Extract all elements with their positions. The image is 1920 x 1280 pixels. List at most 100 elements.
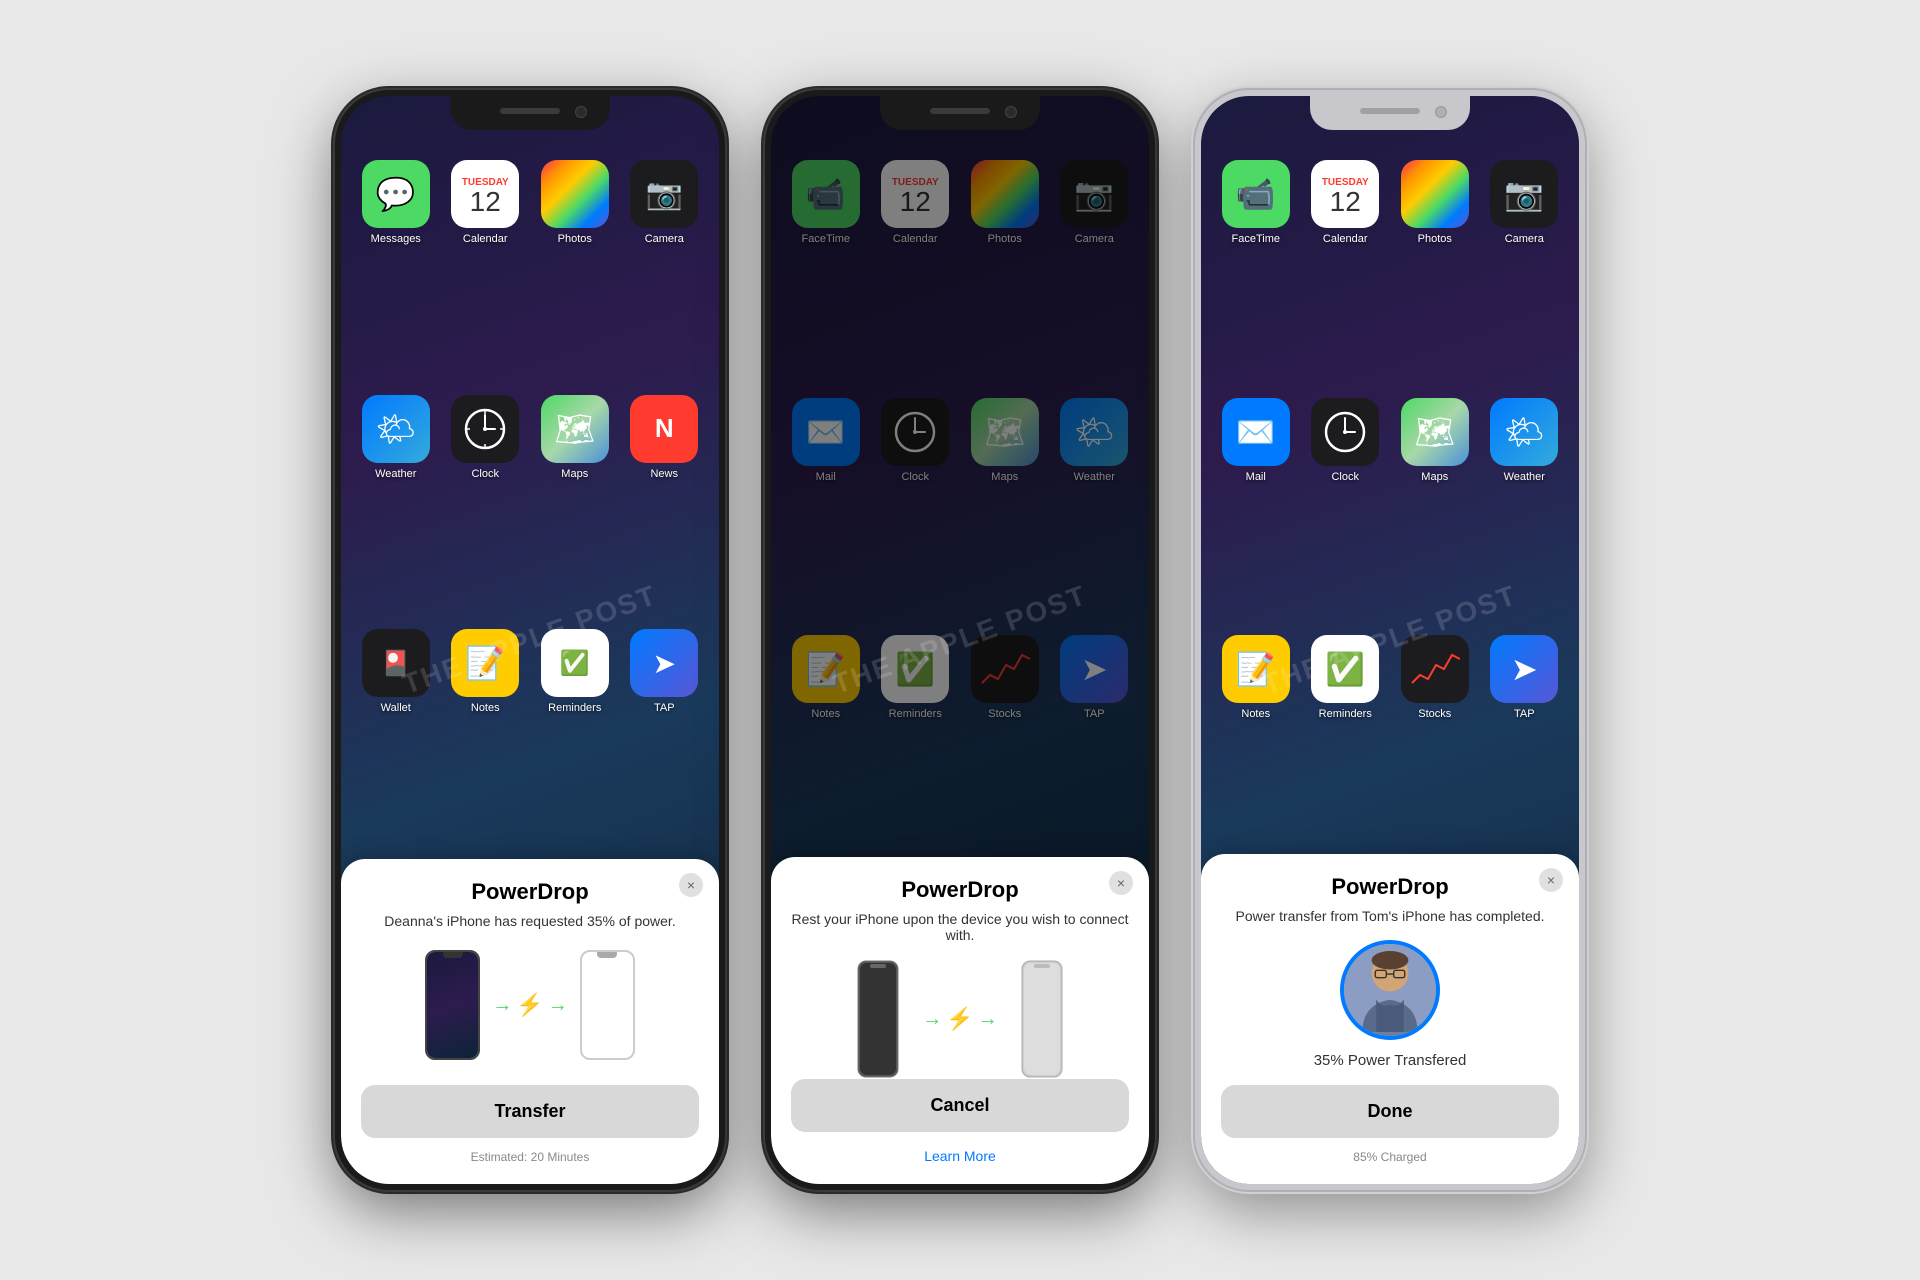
phone2-left-profile	[854, 959, 902, 1079]
weather-icon: 🌤	[362, 395, 430, 463]
app-tap[interactable]: ➤ TAP	[630, 629, 700, 844]
phone3-maps[interactable]: 🗺 Maps	[1400, 398, 1470, 616]
transfer-arrow: → ⚡ →	[492, 992, 567, 1018]
phone3-screen: 📹 FaceTime Tuesday 12 Calendar	[1201, 96, 1579, 1184]
phone1-modal-title: PowerDrop	[361, 879, 699, 905]
phone3-clock[interactable]: Clock	[1311, 398, 1381, 616]
cancel-button[interactable]: Cancel	[791, 1079, 1129, 1132]
phone3-mail-icon: ✉️	[1222, 398, 1290, 466]
camera-label: Camera	[645, 233, 684, 245]
phone3-calendar-icon: Tuesday 12	[1311, 160, 1379, 228]
maps-label: Maps	[561, 468, 588, 480]
camera-icon-img: 📷	[630, 160, 698, 228]
phone3-wrapper: 📹 FaceTime Tuesday 12 Calendar	[1195, 90, 1585, 1190]
camera-icon	[575, 106, 587, 118]
user-avatar-ring	[1340, 940, 1440, 1040]
learn-more-link[interactable]: Learn More	[791, 1148, 1129, 1164]
charged-text: 85% Charged	[1221, 1150, 1559, 1164]
phone3-maps-icon: 🗺	[1401, 398, 1469, 466]
phone1-close-button[interactable]: ×	[679, 873, 703, 897]
app-wallet[interactable]: 🎴 Wallet	[361, 629, 431, 844]
news-icon: N	[630, 395, 698, 463]
source-phone-graphic	[425, 950, 480, 1060]
phone3-mail[interactable]: ✉️ Mail	[1221, 398, 1291, 616]
phone3-facetime-label: FaceTime	[1232, 233, 1281, 245]
phone3-camera-icon: 📷	[1490, 160, 1558, 228]
phone1: 💬 Messages Tuesday 12 Calendar	[335, 90, 725, 1190]
reminders-icon: ✅	[541, 629, 609, 697]
phone3-modal-subtitle: Power transfer from Tom's iPhone has com…	[1221, 908, 1559, 924]
lightning-icon: ⚡	[516, 992, 543, 1018]
phones-transfer-graphic: → ⚡ →	[361, 945, 699, 1065]
done-button[interactable]: Done	[1221, 1085, 1559, 1138]
phone3-notch	[1310, 96, 1470, 130]
phone3-mail-label: Mail	[1246, 471, 1266, 483]
wallet-icon: 🎴	[362, 629, 430, 697]
app-news[interactable]: N News	[630, 395, 700, 610]
phone3-camera[interactable]: 📷 Camera	[1490, 160, 1560, 378]
phone3-calendar[interactable]: Tuesday 12 Calendar	[1311, 160, 1381, 378]
phone1-screen: 💬 Messages Tuesday 12 Calendar	[341, 96, 719, 1184]
phone3-photos-icon	[1401, 160, 1469, 228]
messages-icon: 💬	[362, 160, 430, 228]
transfer-button[interactable]: Transfer	[361, 1085, 699, 1138]
phone3-stocks[interactable]: Stocks	[1400, 635, 1470, 853]
phone1-modal-subtitle: Deanna's iPhone has requested 35% of pow…	[361, 913, 699, 929]
tap-icon: ➤	[630, 629, 698, 697]
phone3-inner: 📹 FaceTime Tuesday 12 Calendar	[1201, 96, 1579, 1184]
progress-text: 35% Power Transfered	[1221, 1052, 1559, 1069]
user-avatar	[1344, 944, 1436, 1036]
phone3-notes-icon: 📝	[1222, 635, 1290, 703]
phone3-reminders[interactable]: ✅ Reminders	[1311, 635, 1381, 853]
app-weather[interactable]: 🌤 Weather	[361, 395, 431, 610]
reminders-label: Reminders	[548, 702, 601, 714]
phone3-facetime-icon: 📹	[1222, 160, 1290, 228]
phone2-camera	[1005, 106, 1017, 118]
mini-notch	[443, 952, 463, 958]
phone3-clock-label: Clock	[1331, 471, 1359, 483]
phone3-camera	[1435, 106, 1447, 118]
phone2: 📹 FaceTime Tuesday 12 Calendar	[765, 90, 1155, 1190]
app-maps[interactable]: 🗺 Maps	[540, 395, 610, 610]
photos-label: Photos	[558, 233, 592, 245]
notes-label: Notes	[471, 702, 500, 714]
photos-icon	[541, 160, 609, 228]
app-notes[interactable]: 📝 Notes	[451, 629, 521, 844]
phone3-clock-icon	[1311, 398, 1379, 466]
phone3-camera-label: Camera	[1505, 233, 1544, 245]
phone3-weather-icon: 🌤	[1490, 398, 1558, 466]
phone3-close-button[interactable]: ×	[1539, 868, 1563, 892]
phone3-modal: × PowerDrop Power transfer from Tom's iP…	[1201, 854, 1579, 1184]
app-photos[interactable]: Photos	[540, 160, 610, 375]
phone3-photos[interactable]: Photos	[1400, 160, 1470, 378]
phone2-modal: × PowerDrop Rest your iPhone upon the de…	[771, 857, 1149, 1184]
news-label: News	[650, 468, 678, 480]
phone3-tap[interactable]: ➤ TAP	[1490, 635, 1560, 853]
app-clock[interactable]: Clock	[451, 395, 521, 610]
app-camera[interactable]: 📷 Camera	[630, 160, 700, 375]
phone3-notes[interactable]: 📝 Notes	[1221, 635, 1291, 853]
phone2-modal-subtitle: Rest your iPhone upon the device you wis…	[791, 911, 1129, 943]
app-reminders[interactable]: ✅ Reminders	[540, 629, 610, 844]
clock-label: Clock	[471, 468, 499, 480]
phone3-reminders-icon: ✅	[1311, 635, 1379, 703]
calendar-icon: Tuesday 12	[451, 160, 519, 228]
phone2-lightning-icon: ⚡	[946, 1006, 973, 1032]
phone3-cal-day: 12	[1330, 188, 1361, 216]
phone3-tap-icon: ➤	[1490, 635, 1558, 703]
phone2-modal-title: PowerDrop	[791, 877, 1129, 903]
app-messages[interactable]: 💬 Messages	[361, 160, 431, 375]
phone2-transfer-arrow: → ⚡ →	[922, 1006, 997, 1032]
phone3-notes-label: Notes	[1241, 708, 1270, 720]
app-calendar[interactable]: Tuesday 12 Calendar	[451, 160, 521, 375]
tap-label: TAP	[654, 702, 675, 714]
person-svg	[1344, 944, 1436, 1036]
phone1-wrapper: 💬 Messages Tuesday 12 Calendar	[335, 90, 725, 1190]
notes-icon: 📝	[451, 629, 519, 697]
phone3-facetime[interactable]: 📹 FaceTime	[1221, 160, 1291, 378]
phone2-notch	[880, 96, 1040, 130]
phone3-weather[interactable]: 🌤 Weather	[1490, 398, 1560, 616]
wallet-label: Wallet	[381, 702, 411, 714]
phone2-close-button[interactable]: ×	[1109, 871, 1133, 895]
phone3-weather-label: Weather	[1504, 471, 1545, 483]
